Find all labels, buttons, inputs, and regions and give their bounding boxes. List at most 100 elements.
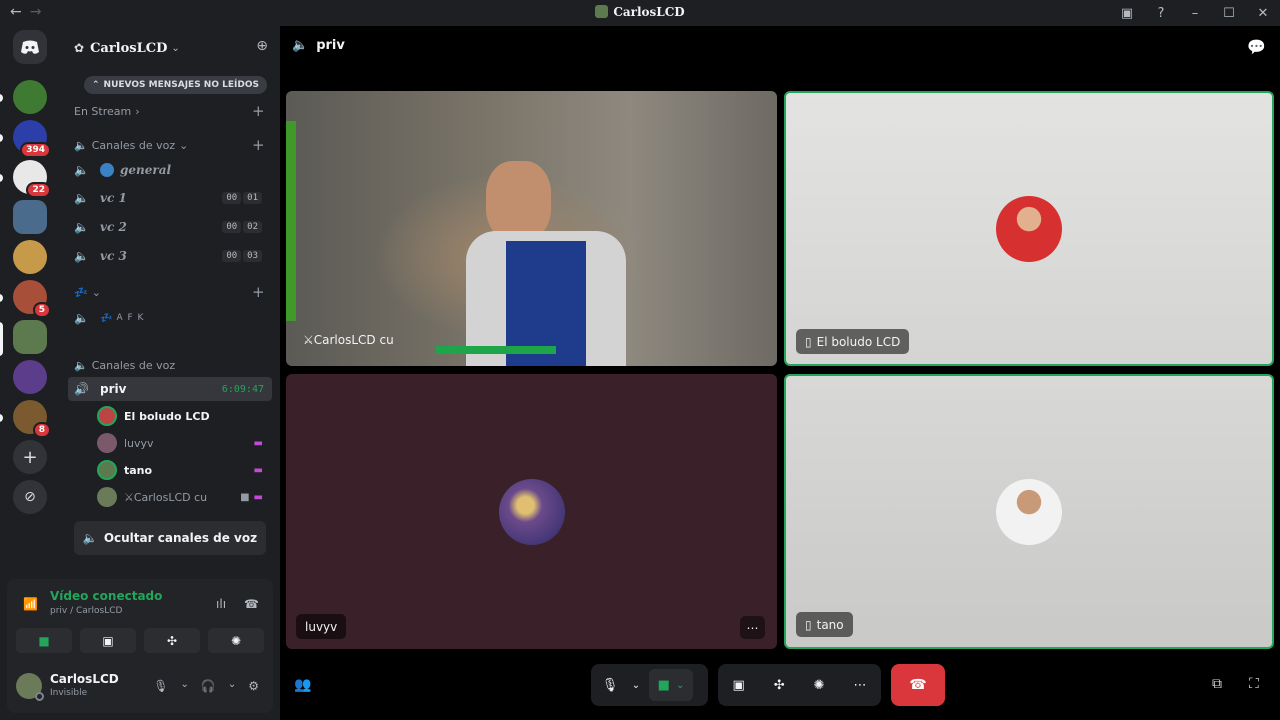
video-tile-el-boludo[interactable]: ▯ El boludo LCD bbox=[784, 91, 1274, 366]
category-label: Canales de voz bbox=[91, 139, 176, 152]
soundboard-button[interactable]: ✺ bbox=[208, 628, 264, 653]
avatar bbox=[16, 673, 44, 701]
add-server-glyph: + bbox=[22, 446, 38, 468]
add-server-icon[interactable]: + bbox=[13, 440, 47, 474]
voice-member[interactable]: tano ▬ bbox=[97, 459, 269, 481]
title-bar: ← → CarlosLCD ▣ ? – ☐ ✕ bbox=[0, 0, 1280, 26]
microphone-icon[interactable]: 🎙 bbox=[153, 679, 168, 693]
maximize-icon[interactable]: ☐ bbox=[1212, 6, 1246, 21]
unread-banner[interactable]: ⌃ NUEVOS MENSAJES NO LEÍDOS bbox=[84, 76, 267, 94]
unread-pill bbox=[0, 134, 3, 142]
participant-label: ⚔CarlosLCD cu bbox=[294, 327, 403, 352]
voice-status[interactable]: Vídeo conectado bbox=[50, 589, 162, 603]
participant-name: ⚔CarlosLCD cu bbox=[303, 332, 394, 347]
category-stream[interactable]: En Stream › bbox=[74, 105, 140, 118]
server-purple[interactable] bbox=[13, 360, 47, 394]
camera-toggle-button[interactable]: ■ ⌄ bbox=[649, 669, 693, 701]
activities-button[interactable]: ✣ bbox=[144, 628, 200, 653]
screen-share-button[interactable]: ▣ bbox=[80, 628, 136, 653]
channel-name: vc 1 bbox=[100, 191, 127, 205]
soundboard-icon[interactable]: ✺ bbox=[814, 678, 825, 693]
user-count: 00 02 bbox=[222, 221, 262, 233]
activities-icon[interactable]: ✣ bbox=[774, 678, 785, 693]
channel-vc2[interactable]: 🔈 vc 2 00 02 bbox=[74, 215, 268, 239]
more-icon[interactable]: ⋯ bbox=[854, 678, 867, 693]
add-user-icon[interactable]: ⊕ bbox=[256, 38, 268, 54]
help-icon[interactable]: ? bbox=[1144, 6, 1178, 21]
camera-button[interactable]: ■ bbox=[16, 628, 72, 653]
channel-name: general bbox=[120, 163, 172, 177]
server-header[interactable]: ✿ CarlosLCD ⌄ ⊕ bbox=[60, 26, 280, 70]
video-tile-tano[interactable]: ▯ tano bbox=[784, 374, 1274, 649]
chevron-down-icon[interactable]: ⌄ bbox=[228, 679, 236, 693]
voice-member[interactable]: ⚔CarlosLCD cu ■ ▬ bbox=[97, 486, 269, 508]
server-name: CarlosLCD bbox=[90, 40, 168, 56]
popout-icon[interactable]: ⧉ bbox=[1212, 676, 1222, 692]
channel-name: A F K bbox=[116, 313, 145, 323]
user-panel[interactable]: CarlosLCD Invisible bbox=[16, 672, 119, 701]
settings-gear-icon[interactable]: ⚙ bbox=[248, 679, 259, 693]
server-gang[interactable] bbox=[13, 80, 47, 114]
fullscreen-icon[interactable]: ⛶ bbox=[1249, 676, 1259, 692]
green-light bbox=[286, 121, 296, 321]
add-channel-icon[interactable]: + bbox=[252, 136, 265, 154]
video-tile-camera[interactable]: ⚔CarlosLCD cu bbox=[286, 91, 777, 366]
server-white[interactable]: 22 bbox=[13, 160, 51, 198]
unread-pill bbox=[0, 294, 3, 302]
disconnect-icon[interactable]: ☎ bbox=[244, 597, 259, 611]
channel-general[interactable]: 🔈 general bbox=[74, 158, 268, 182]
invite-user-icon[interactable]: 👥 bbox=[294, 677, 311, 693]
mention-badge: 394 bbox=[20, 142, 51, 158]
channel-priv[interactable]: 🔊 priv 6:09:47 bbox=[68, 377, 272, 401]
server-game[interactable] bbox=[13, 240, 47, 274]
noise-suppression-icon[interactable]: ılı bbox=[216, 597, 226, 611]
channel-name: vc 3 bbox=[100, 249, 127, 263]
chat-icon[interactable]: 💬 bbox=[1247, 38, 1266, 56]
screen-share-icon[interactable]: ▣ bbox=[732, 678, 744, 693]
chevron-down-icon[interactable]: ⌄ bbox=[629, 664, 643, 706]
more-options-button[interactable]: ⋯ bbox=[740, 616, 765, 639]
add-channel-icon[interactable]: + bbox=[252, 102, 265, 120]
discover-icon[interactable]: ⊘ bbox=[13, 480, 47, 514]
server-brown[interactable]: 8 bbox=[13, 400, 51, 438]
server-photo[interactable]: 5 bbox=[13, 280, 51, 318]
category-zzz[interactable]: 💤 ⌄ bbox=[74, 286, 101, 299]
category-voice[interactable]: 🔈 Canales de voz ⌄ bbox=[74, 139, 188, 152]
activity-icon: ▬ bbox=[253, 464, 263, 476]
channel-name: vc 2 bbox=[100, 220, 127, 234]
participant-name: El boludo LCD bbox=[816, 334, 901, 349]
voice-member[interactable]: luvyv ▬ bbox=[97, 432, 269, 454]
signal-icon[interactable]: 📶 bbox=[23, 597, 38, 611]
video-tile-luvyv[interactable]: luvyv ⋯ bbox=[286, 374, 777, 649]
server-blue[interactable]: 394 bbox=[13, 120, 51, 158]
channel-vc1[interactable]: 🔈 vc 1 00 01 bbox=[74, 186, 268, 210]
add-channel-icon[interactable]: + bbox=[252, 283, 265, 301]
minimize-icon[interactable]: – bbox=[1178, 6, 1212, 21]
stage-header: 🔈 priv bbox=[292, 38, 345, 53]
globe-icon bbox=[100, 163, 114, 177]
channel-afk[interactable]: 🔈 💤 A F K bbox=[74, 306, 268, 330]
headphones-icon[interactable]: 🎧 bbox=[201, 679, 216, 693]
chevron-down-icon: ⌄ bbox=[675, 679, 685, 691]
hide-voice-channels-button[interactable]: 🔈 Ocultar canales de voz bbox=[74, 521, 266, 555]
user-name: CarlosLCD bbox=[50, 672, 119, 686]
inbox-icon[interactable]: ▣ bbox=[1110, 6, 1144, 21]
server-icon bbox=[595, 5, 609, 18]
avatar bbox=[97, 406, 117, 426]
participant-name: tano bbox=[816, 617, 844, 632]
category-voice-2[interactable]: 🔈 Canales de voz bbox=[74, 359, 175, 372]
status-indicator bbox=[35, 692, 44, 701]
server-carloslcd[interactable] bbox=[13, 320, 47, 354]
voice-location[interactable]: priv / CarlosLCD bbox=[50, 606, 122, 616]
server-folder[interactable] bbox=[13, 200, 47, 234]
discord-home-icon[interactable] bbox=[13, 30, 47, 64]
microphone-button[interactable]: 🎙 bbox=[591, 664, 629, 706]
channel-vc3[interactable]: 🔈 vc 3 00 03 bbox=[74, 244, 268, 268]
chevron-down-icon[interactable]: ⌄ bbox=[181, 679, 189, 693]
hang-up-button[interactable]: ☎ bbox=[891, 664, 945, 706]
close-icon[interactable]: ✕ bbox=[1246, 6, 1280, 21]
voice-member[interactable]: El boludo LCD bbox=[97, 405, 269, 427]
category-label: En Stream bbox=[74, 105, 132, 118]
mention-badge: 22 bbox=[26, 182, 51, 198]
server-gear-icon: ✿ bbox=[74, 41, 85, 55]
